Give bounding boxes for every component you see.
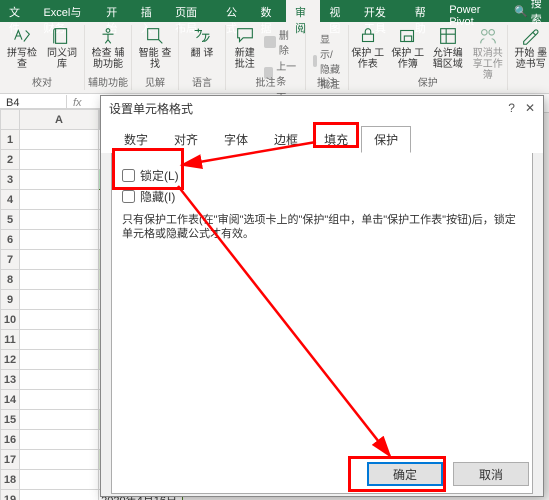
protection-note: 只有保护工作表(在"审阅"选项卡上的"保护"组中，单击"保护工作表"按钮)后，锁… — [122, 213, 522, 241]
row-header[interactable]: 12 — [1, 350, 20, 370]
cell[interactable] — [20, 350, 99, 370]
group-label: 见解 — [132, 74, 178, 89]
row-header[interactable]: 13 — [1, 370, 20, 390]
hide-checkbox[interactable]: 隐藏(I) — [122, 188, 522, 205]
ribbon-tab[interactable]: 数据 — [252, 0, 286, 22]
ribbon-tabs: 文件Excel与财务开始插入页面布局公式数据审阅视图开发工具帮助Power Pi… — [0, 0, 549, 22]
accessibility-button[interactable]: 检查 辅助功能 — [89, 25, 127, 70]
dialog-tabs: 数字对齐字体边框填充保护 — [101, 120, 543, 153]
row-header[interactable]: 14 — [1, 390, 20, 410]
ribbon-tab[interactable]: 帮助 — [406, 0, 440, 22]
group-label: 批注 — [306, 74, 348, 89]
thesaurus-button[interactable]: 同义词库 — [43, 25, 81, 70]
row-header[interactable]: 18 — [1, 470, 20, 490]
protect-workbook-button[interactable]: 保护 工作簿 — [389, 25, 427, 81]
row-header[interactable]: 6 — [1, 230, 20, 250]
row-header[interactable]: 16 — [1, 430, 20, 450]
row-header[interactable]: 1 — [1, 130, 20, 150]
group-label: 保护 — [349, 74, 507, 89]
row-header[interactable]: 17 — [1, 450, 20, 470]
cell[interactable] — [20, 490, 99, 500]
ribbon-tab[interactable]: 开始 — [97, 0, 131, 22]
cell[interactable] — [20, 150, 99, 170]
ribbon-tab[interactable]: 页面布局 — [166, 0, 217, 22]
ink-button[interactable]: 开始 墨迹书写 — [512, 25, 549, 70]
dialog-tab[interactable]: 字体 — [211, 126, 261, 153]
row-header[interactable]: 5 — [1, 210, 20, 230]
cell[interactable] — [20, 270, 99, 290]
format-cells-dialog: 设置单元格格式 ? ✕ 数字对齐字体边框填充保护 锁定(L) 隐藏(I) 只有保护… — [100, 95, 544, 497]
row-header[interactable]: 9 — [1, 290, 20, 310]
cell[interactable] — [20, 390, 99, 410]
cell[interactable] — [20, 330, 99, 350]
dialog-tab[interactable]: 填充 — [311, 126, 361, 153]
group-label: 校对 — [0, 74, 84, 89]
translate-button[interactable]: 翻 译 — [183, 25, 221, 59]
dialog-tab[interactable]: 对齐 — [161, 126, 211, 153]
help-icon[interactable]: ? — [508, 101, 515, 115]
ribbon-tab[interactable]: 视图 — [320, 0, 354, 22]
cell[interactable] — [20, 250, 99, 270]
column-header[interactable]: A — [20, 110, 99, 130]
dialog-title: 设置单元格格式 — [109, 100, 193, 117]
spellcheck-button[interactable]: 拼写检查 — [3, 25, 41, 70]
allow-edit-ranges-button[interactable]: 允许编 辑区域 — [429, 25, 467, 81]
cancel-button[interactable]: 取消 — [453, 462, 529, 486]
ribbon-tab[interactable]: 审阅 — [286, 0, 320, 22]
lock-checkbox[interactable]: 锁定(L) — [122, 167, 522, 184]
cell[interactable] — [20, 450, 99, 470]
cell[interactable] — [20, 290, 99, 310]
ribbon-tab[interactable]: 公式 — [217, 0, 251, 22]
row-header[interactable]: 15 — [1, 410, 20, 430]
group-label: 辅助功能 — [85, 74, 131, 89]
dialog-tab[interactable]: 边框 — [261, 126, 311, 153]
cell[interactable] — [20, 310, 99, 330]
ok-button[interactable]: 确定 — [367, 462, 443, 486]
group-label: 语言 — [179, 74, 225, 89]
row-header[interactable]: 7 — [1, 250, 20, 270]
cell[interactable] — [20, 370, 99, 390]
smart-lookup-button[interactable]: 智能 查找 — [136, 25, 174, 70]
row-header[interactable]: 4 — [1, 190, 20, 210]
row-header[interactable]: 11 — [1, 330, 20, 350]
ribbon-tab[interactable]: 开发工具 — [355, 0, 406, 22]
delete-comment-button[interactable]: 删除 — [261, 27, 301, 57]
row-header[interactable]: 19 — [1, 490, 20, 500]
ribbon-tab[interactable]: Power Pivot — [440, 0, 502, 22]
group-label: 批注 — [226, 74, 305, 89]
row-header[interactable]: 2 — [1, 150, 20, 170]
cell[interactable] — [20, 130, 99, 150]
ribbon-tab[interactable]: 文件 — [0, 0, 34, 22]
ribbon-tab[interactable]: 插入 — [132, 0, 166, 22]
cell[interactable] — [20, 210, 99, 230]
row-header[interactable]: 3 — [1, 170, 20, 190]
cell[interactable] — [20, 230, 99, 250]
cell[interactable] — [20, 430, 99, 450]
ribbon-tab[interactable]: Excel与财务 — [34, 0, 97, 22]
cell[interactable] — [20, 170, 99, 190]
protect-sheet-button[interactable]: 保护 工作表 — [349, 25, 387, 81]
search-button[interactable]: 🔍搜索 — [508, 0, 549, 22]
close-icon[interactable]: ✕ — [525, 101, 535, 115]
row-header[interactable]: 10 — [1, 310, 20, 330]
row-header[interactable]: 8 — [1, 270, 20, 290]
cell[interactable] — [20, 190, 99, 210]
dialog-tab[interactable]: 保护 — [361, 126, 411, 153]
cell[interactable] — [20, 470, 99, 490]
cell[interactable] — [20, 410, 99, 430]
unshare-workbook-button[interactable]: 取消共 享工作簿 — [469, 25, 507, 81]
dialog-tab[interactable]: 数字 — [111, 126, 161, 153]
ribbon: 拼写检查 同义词库 校对 检查 辅助功能 辅助功能 智能 查找 见解 翻 译 语… — [0, 22, 549, 94]
